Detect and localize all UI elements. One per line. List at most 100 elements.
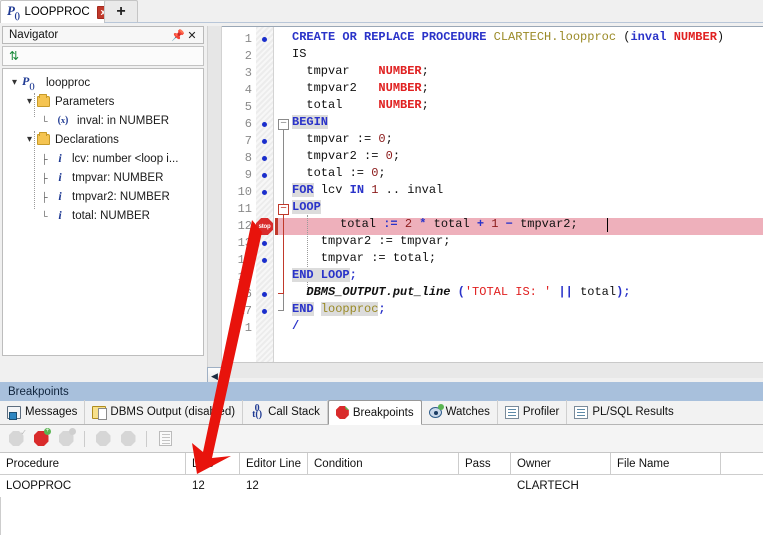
watches-icon [428,403,444,418]
tree-item-label: tmpvar2: NUMBER [72,190,170,203]
tree-connector: └ [41,115,48,126]
folder-icon [37,94,50,107]
line-number: 15 [237,270,252,284]
breakpoint-gutter[interactable] [256,27,274,378]
column-header-line[interactable]: Line [186,453,240,475]
executable-line-marker [262,139,267,144]
column-header-file-name[interactable]: File Name [611,453,721,475]
navigator-header: Navigator 📌 ✕ [2,26,204,44]
line-number: 9 [244,168,252,182]
tab-dbms-output[interactable]: DBMS Output (disabled) [85,400,244,424]
tree-item-label: Declarations [55,133,119,146]
executable-line-marker [262,37,267,42]
tree-item-label: total: NUMBER [72,209,150,222]
tab-label: Profiler [522,406,560,418]
tab-profiler[interactable]: Profiler [498,400,568,424]
tree-item-tmpvar2[interactable]: ├ i tmpvar2: NUMBER [3,187,203,206]
breakpoint-icon [335,406,349,419]
column-header-pass[interactable]: Pass [459,453,511,475]
navigator-horizontal-scrollbar[interactable] [2,358,204,374]
navigator-tree[interactable]: ▾ P() loopproc ▾ Parameters └ (x) inval:… [2,68,204,356]
executable-line-marker [262,241,267,246]
line-number: 5 [244,100,252,114]
fold-toggle-loop[interactable]: − [278,204,289,215]
enable-breakpoint-button[interactable] [93,429,113,449]
editor-horizontal-scrollbar[interactable] [222,362,763,378]
table-row[interactable]: LOOPPROC 12 12 CLARTECH [0,475,763,497]
tree-connector: └ [41,210,48,221]
dock-tab-bar: Messages DBMS Output (disabled) 0 t() Cal… [0,400,763,425]
tree-connector: ├ [41,191,48,202]
column-header-editor-line[interactable]: Editor Line [240,453,308,475]
disable-breakpoint-button[interactable] [118,429,138,449]
tab-label: PL/SQL Results [592,406,674,418]
toolbar-separator [146,430,147,447]
tree-item-inval[interactable]: └ (x) inval: in NUMBER [3,111,203,130]
line-number: 7 [244,134,252,148]
cell-owner: CLARTECH [517,480,579,492]
navigator-title: Navigator [9,29,59,41]
tree-item-label: lcv: number <loop i... [72,152,179,165]
variable-icon: i [58,208,62,222]
tab-label: Breakpoints [352,406,414,419]
tab-label: Call Stack [268,406,320,418]
cell-condition [308,475,314,497]
dock-title: Breakpoints [0,382,763,401]
line-number: 14 [237,253,252,267]
text-caret [607,218,608,232]
tree-item-lcv[interactable]: ├ i lcv: number <loop i... [3,149,203,168]
tree-connector: ├ [41,172,48,183]
parameter-icon: (x) [57,115,69,126]
fold-region-end [278,293,284,294]
variable-icon: i [58,189,62,203]
tab-call-stack[interactable]: 0 t() Call Stack [243,400,328,424]
executable-line-marker [262,156,267,161]
cell-editor-line: 12 [246,480,259,492]
column-header-procedure[interactable]: Procedure [0,453,186,475]
tree-item-label: tmpvar: NUMBER [72,171,164,184]
code-text-area[interactable]: CREATE OR REPLACE PROCEDURE CLARTECH.loo… [292,27,763,378]
remove-breakpoint-button[interactable] [56,427,76,449]
column-header-condition[interactable]: Condition [308,453,459,475]
tree-item-tmpvar[interactable]: ├ i tmpvar: NUMBER [3,168,203,187]
tab-breakpoints[interactable]: Breakpoints [327,400,422,425]
profiler-icon [504,405,519,419]
document-tab-loopproc[interactable]: P() LOOPPROC x [0,0,118,23]
breakpoint-properties-button[interactable] [155,429,175,449]
new-tab-button[interactable]: + [104,0,138,23]
tree-item-loopproc[interactable]: ▾ P() loopproc [3,73,203,92]
tab-messages[interactable]: Messages [0,400,86,424]
document-tab-strip: P() LOOPPROC x + [0,0,763,23]
tree-item-parameters[interactable]: ▾ Parameters [3,92,203,111]
tab-label: Watches [445,406,490,418]
procedure-icon: P() [22,74,35,91]
code-editor[interactable]: 1 2 3 4 5 6 7 8 9 10 11 12 13 14 15 16 1… [222,26,763,378]
executable-line-marker [262,173,267,178]
fold-region-end [278,310,284,311]
panel-splitter[interactable] [207,26,222,367]
cell-line: 12 [192,480,205,492]
pin-icon[interactable]: 📌 [171,29,185,42]
line-number: 1 [244,32,252,46]
navigator-toolbar: ⇅ [2,46,204,66]
toggle-breakpoint-button[interactable]: ✓ [6,428,27,449]
tree-item-total[interactable]: └ i total: NUMBER [3,206,203,225]
tree-item-declarations[interactable]: ▾ Declarations [3,130,203,149]
minus-badge-icon [69,427,76,435]
chevron-down-icon[interactable]: ▾ [7,77,22,88]
fold-region-line [283,215,284,293]
add-breakpoint-button[interactable]: + [31,427,51,449]
breakpoint-enable-icon [95,431,111,446]
variable-icon: i [58,151,62,165]
fold-toggle-begin[interactable]: − [278,119,289,130]
executable-line-marker [262,258,267,263]
tree-item-label: inval: in NUMBER [77,114,170,127]
close-icon[interactable]: ✕ [185,29,199,42]
tree-guide [34,131,35,209]
tab-plsql-results[interactable]: PL/SQL Results [567,400,680,424]
refresh-icon[interactable]: ⇅ [9,50,19,62]
column-header-owner[interactable]: Owner [511,453,611,475]
table-edge [0,497,1,535]
breakpoints-table[interactable]: Procedure Line Editor Line Condition Pas… [0,453,763,535]
tab-watches[interactable]: Watches [422,400,498,424]
